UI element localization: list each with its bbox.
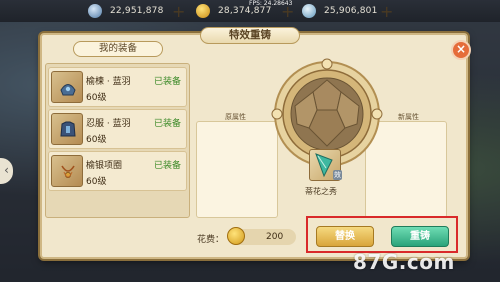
necklace-glyph xyxy=(61,165,75,178)
add-silver-button[interactable]: + xyxy=(380,2,393,21)
replace-button[interactable]: 替换 xyxy=(316,226,374,247)
item-status: 已装备 xyxy=(154,77,182,87)
original-attributes-label: 原属性 xyxy=(225,113,246,121)
armor-icon xyxy=(51,113,83,145)
armor-glyph xyxy=(60,121,76,137)
equipment-item-helmet[interactable]: 榆楝 · 蓝羽 60级 已装备 xyxy=(48,67,187,107)
item-status: 已装备 xyxy=(154,161,182,171)
add-gem-button[interactable]: + xyxy=(172,2,185,21)
fps-readout: FPS: 24.28643 xyxy=(249,0,293,7)
cost-label: 花费： xyxy=(197,235,225,245)
helmet-glyph xyxy=(60,84,76,96)
silver-coin-icon xyxy=(302,4,316,18)
equipment-item-armor[interactable]: 忍服 · 蓝羽 60级 已装备 xyxy=(48,109,187,149)
helmet-icon xyxy=(51,71,83,103)
item-level: 60级 xyxy=(86,177,107,187)
effect-item-name: 蒂花之秀 xyxy=(305,187,337,196)
watermark: 87G.com xyxy=(353,250,455,274)
cost-value: 200 xyxy=(266,232,284,242)
currency-gem: 22,951,878 xyxy=(88,3,164,19)
currency-silver: 25,906,801 xyxy=(302,3,378,19)
item-status: 已装备 xyxy=(154,119,182,129)
item-name: 榆楝 · 蓝羽 xyxy=(86,77,131,87)
recast-button[interactable]: 重铸 xyxy=(391,226,449,247)
gem-value: 22,951,878 xyxy=(110,6,164,16)
item-level: 60级 xyxy=(86,93,107,103)
effect-badge: 效 xyxy=(333,170,342,180)
gold-value: 28,374,877 xyxy=(218,6,272,16)
item-level: 60级 xyxy=(86,135,107,145)
original-attributes-box xyxy=(196,121,278,218)
equipment-item-necklace[interactable]: 榆银项圈 60级 已装备 xyxy=(48,151,187,191)
effect-item-slot[interactable]: 效 xyxy=(309,149,342,181)
equipment-list-title: 我的装备 xyxy=(73,41,163,57)
gold-coin-icon xyxy=(227,227,245,245)
silver-value: 25,906,801 xyxy=(324,6,378,16)
item-name: 忍服 · 蓝羽 xyxy=(86,119,131,129)
gem-icon xyxy=(88,4,102,18)
gold-coin-icon xyxy=(196,4,210,18)
close-button[interactable]: × xyxy=(451,40,471,60)
panel-title: 特效重铸 xyxy=(200,27,300,44)
currency-bar: 22,951,878 + 28,374,877 + 25,906,801 + F… xyxy=(0,0,500,22)
new-attributes-label: 新属性 xyxy=(398,113,419,121)
necklace-icon xyxy=(51,155,83,187)
item-name: 榆银项圈 xyxy=(86,161,123,171)
